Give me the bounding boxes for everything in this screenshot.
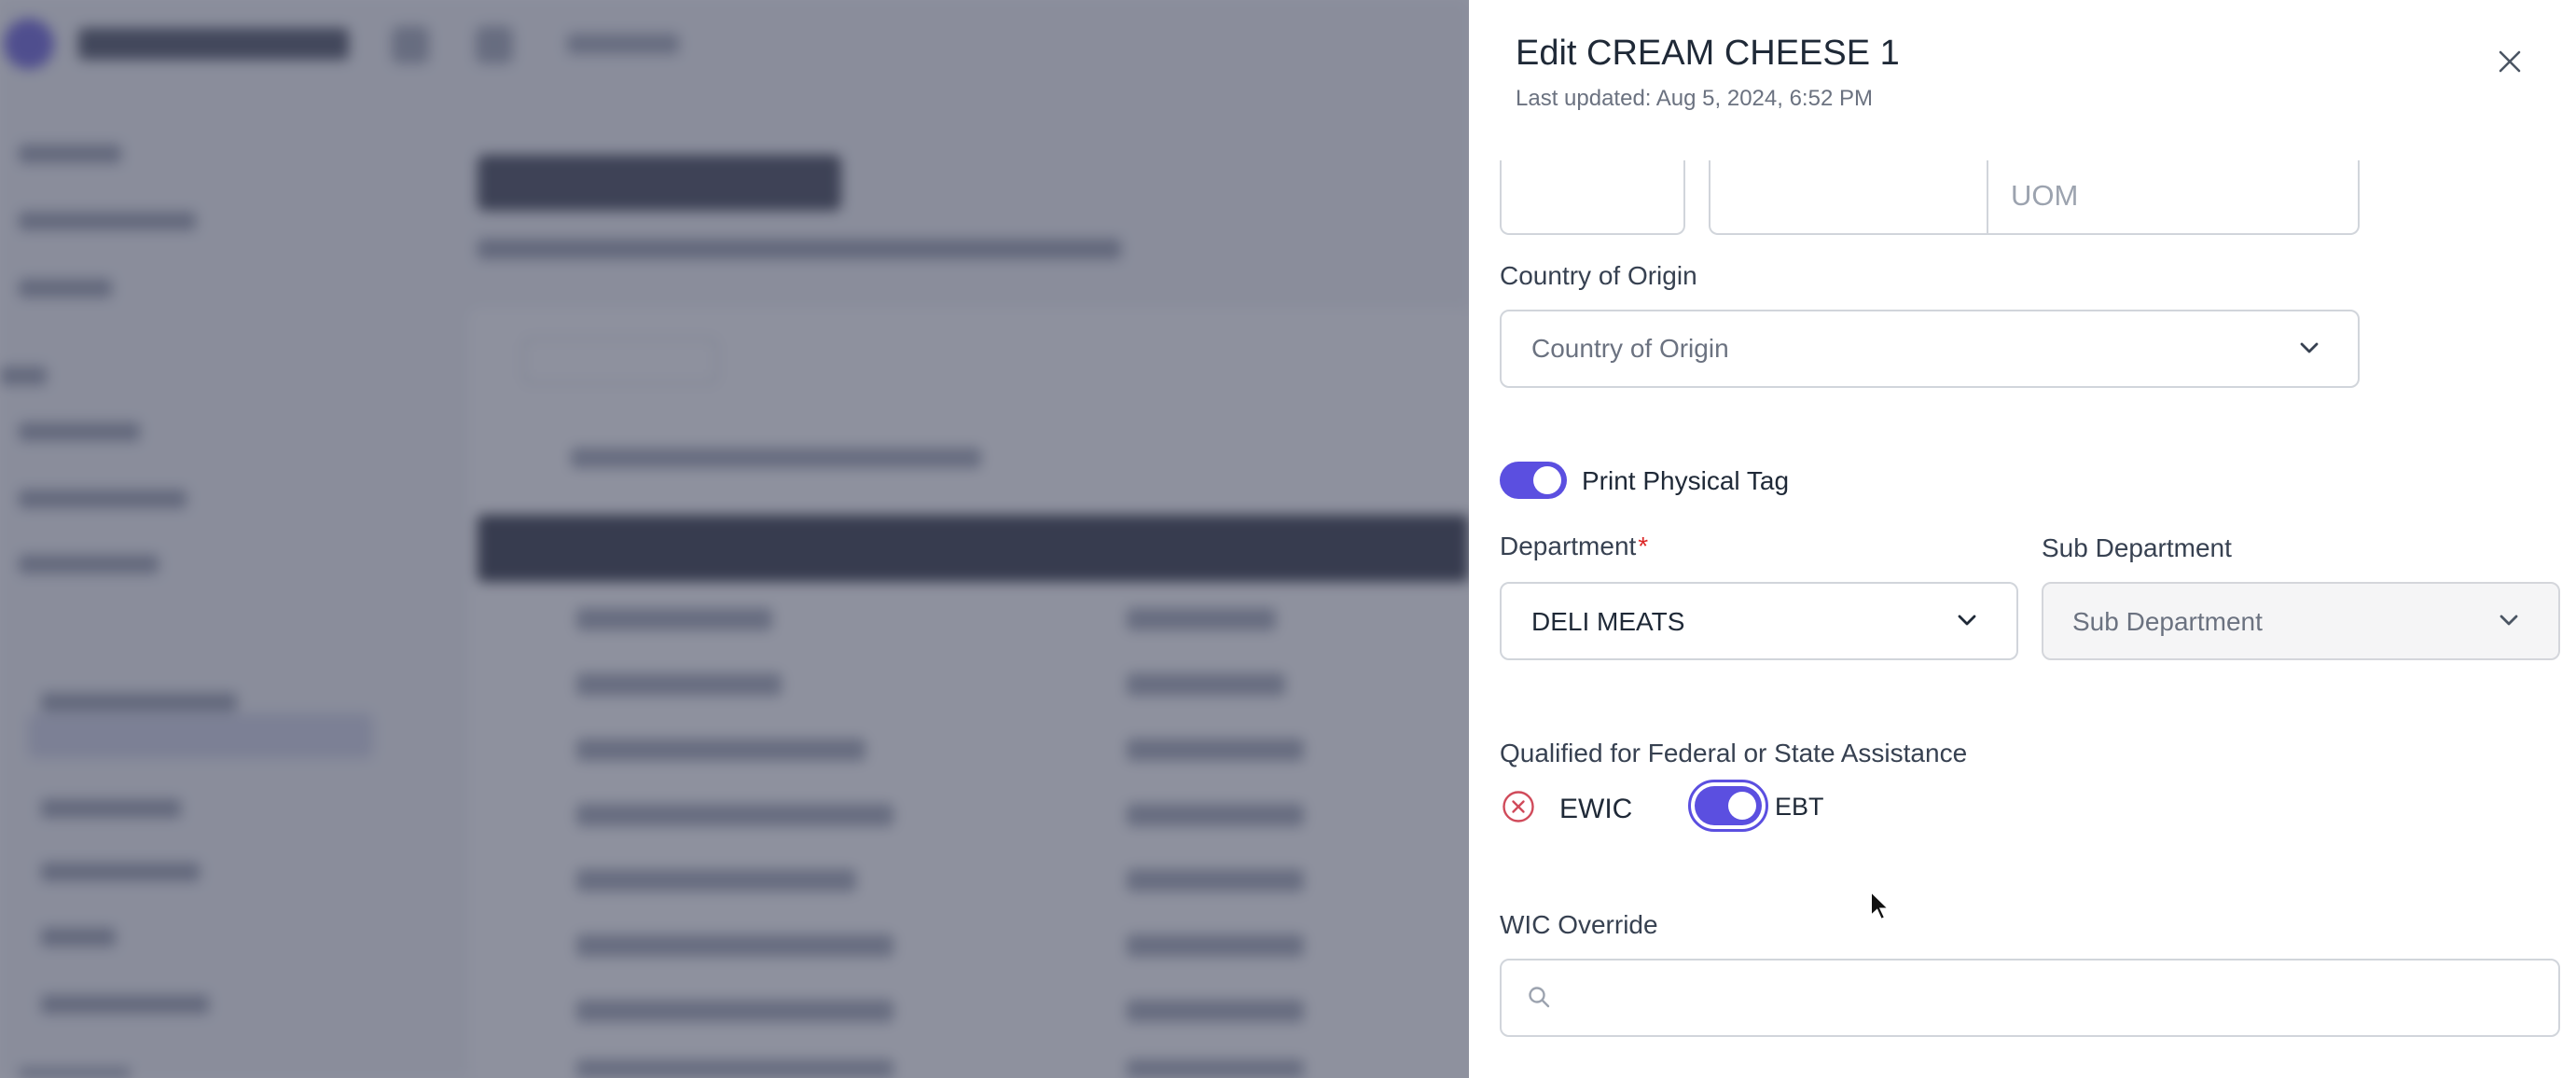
- close-icon: [2499, 50, 2521, 73]
- wic-override-label: WIC Override: [1500, 910, 1658, 939]
- toggle-knob: [1533, 466, 1561, 494]
- x-circle-icon: [1503, 791, 1534, 822]
- country-of-origin-label: Country of Origin: [1500, 261, 1697, 290]
- close-button[interactable]: [2489, 41, 2530, 82]
- size-input[interactable]: [1500, 160, 1685, 235]
- chevron-down-icon: [2500, 615, 2518, 626]
- chevron-down-icon: [1958, 615, 1976, 626]
- modal-backdrop[interactable]: [0, 0, 1469, 1078]
- department-value: DELI MEATS: [1531, 607, 1685, 636]
- last-updated-text: Last updated: Aug 5, 2024, 6:52 PM: [1516, 86, 1873, 111]
- uom-divider: [1987, 160, 1988, 233]
- print-physical-tag-label: Print Physical Tag: [1582, 466, 1790, 495]
- uom-select[interactable]: UOM: [2011, 179, 2078, 213]
- country-of-origin-placeholder: Country of Origin: [1531, 334, 1729, 363]
- mouse-cursor: [1870, 890, 1891, 921]
- wic-override-search-input[interactable]: [1500, 959, 2560, 1037]
- ebt-label: EBT: [1775, 793, 1824, 821]
- assistance-label: Qualified for Federal or State Assistanc…: [1500, 739, 1968, 767]
- sub-department-placeholder: Sub Department: [2072, 607, 2263, 636]
- panel-title: Edit CREAM CHEESE 1: [1516, 34, 1900, 73]
- ewic-label: EWIC: [1559, 794, 1633, 824]
- chevron-down-icon: [2300, 342, 2319, 353]
- print-physical-tag-toggle[interactable]: [1500, 462, 1567, 499]
- department-label-text: Department: [1500, 532, 1637, 560]
- toggle-knob: [1728, 792, 1756, 820]
- ebt-toggle[interactable]: [1695, 786, 1762, 825]
- search-icon: [1529, 987, 1550, 1008]
- department-label: Department*: [1500, 532, 1648, 561]
- required-star: *: [1638, 532, 1649, 560]
- ewic-status[interactable]: [1502, 790, 1535, 823]
- sub-department-label: Sub Department: [2042, 533, 2232, 562]
